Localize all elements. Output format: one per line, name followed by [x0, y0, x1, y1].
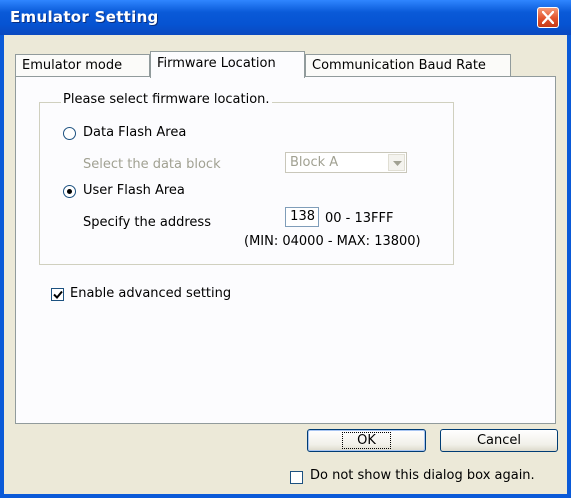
user-flash-radio[interactable]	[63, 185, 76, 198]
address-range-hint: (MIN: 04000 - MAX: 13800)	[244, 234, 421, 249]
chevron-down-icon	[393, 161, 402, 166]
firmware-group-label: Please select firmware location.	[61, 92, 272, 107]
tab-emulator-mode-label: Emulator mode	[22, 58, 123, 73]
user-flash-label[interactable]: User Flash Area	[83, 183, 185, 198]
cancel-button-label: Cancel	[476, 433, 522, 448]
tab-firmware-location-label: Firmware Location	[157, 56, 276, 71]
dialog-window: Emulator Setting Emulator mode Firmware …	[0, 0, 571, 498]
select-block-label: Select the data block	[83, 157, 221, 172]
dont-show-checkbox[interactable]	[290, 471, 303, 484]
tab-emulator-mode[interactable]: Emulator mode	[15, 54, 150, 76]
data-block-dropdown-button	[388, 154, 405, 171]
data-flash-label[interactable]: Data Flash Area	[83, 125, 186, 140]
cancel-button[interactable]: Cancel	[440, 429, 558, 452]
ok-button-label: OK	[342, 432, 391, 449]
tab-firmware-location[interactable]: Firmware Location	[150, 51, 305, 78]
checkmark-icon	[53, 290, 63, 299]
address-input[interactable]: 138	[285, 207, 319, 227]
dont-show-label[interactable]: Do not show this dialog box again.	[310, 468, 535, 483]
data-flash-radio[interactable]	[63, 127, 76, 140]
close-icon	[542, 11, 554, 24]
enable-advanced-checkbox[interactable]	[51, 288, 64, 301]
dialog-client-area: Emulator mode Firmware Location Communic…	[4, 35, 567, 494]
ok-button[interactable]: OK	[307, 429, 426, 452]
window-title: Emulator Setting	[10, 8, 159, 26]
tab-communication-baud-rate[interactable]: Communication Baud Rate	[305, 54, 511, 76]
address-suffix: 00 - 13FFF	[325, 211, 394, 226]
specify-address-label: Specify the address	[83, 215, 211, 230]
data-block-select: Block A	[285, 152, 407, 173]
data-block-value: Block A	[290, 155, 339, 170]
tab-communication-baud-rate-label: Communication Baud Rate	[312, 58, 486, 73]
title-bar[interactable]: Emulator Setting	[0, 0, 571, 35]
close-button[interactable]	[537, 7, 559, 28]
enable-advanced-label[interactable]: Enable advanced setting	[70, 286, 231, 301]
